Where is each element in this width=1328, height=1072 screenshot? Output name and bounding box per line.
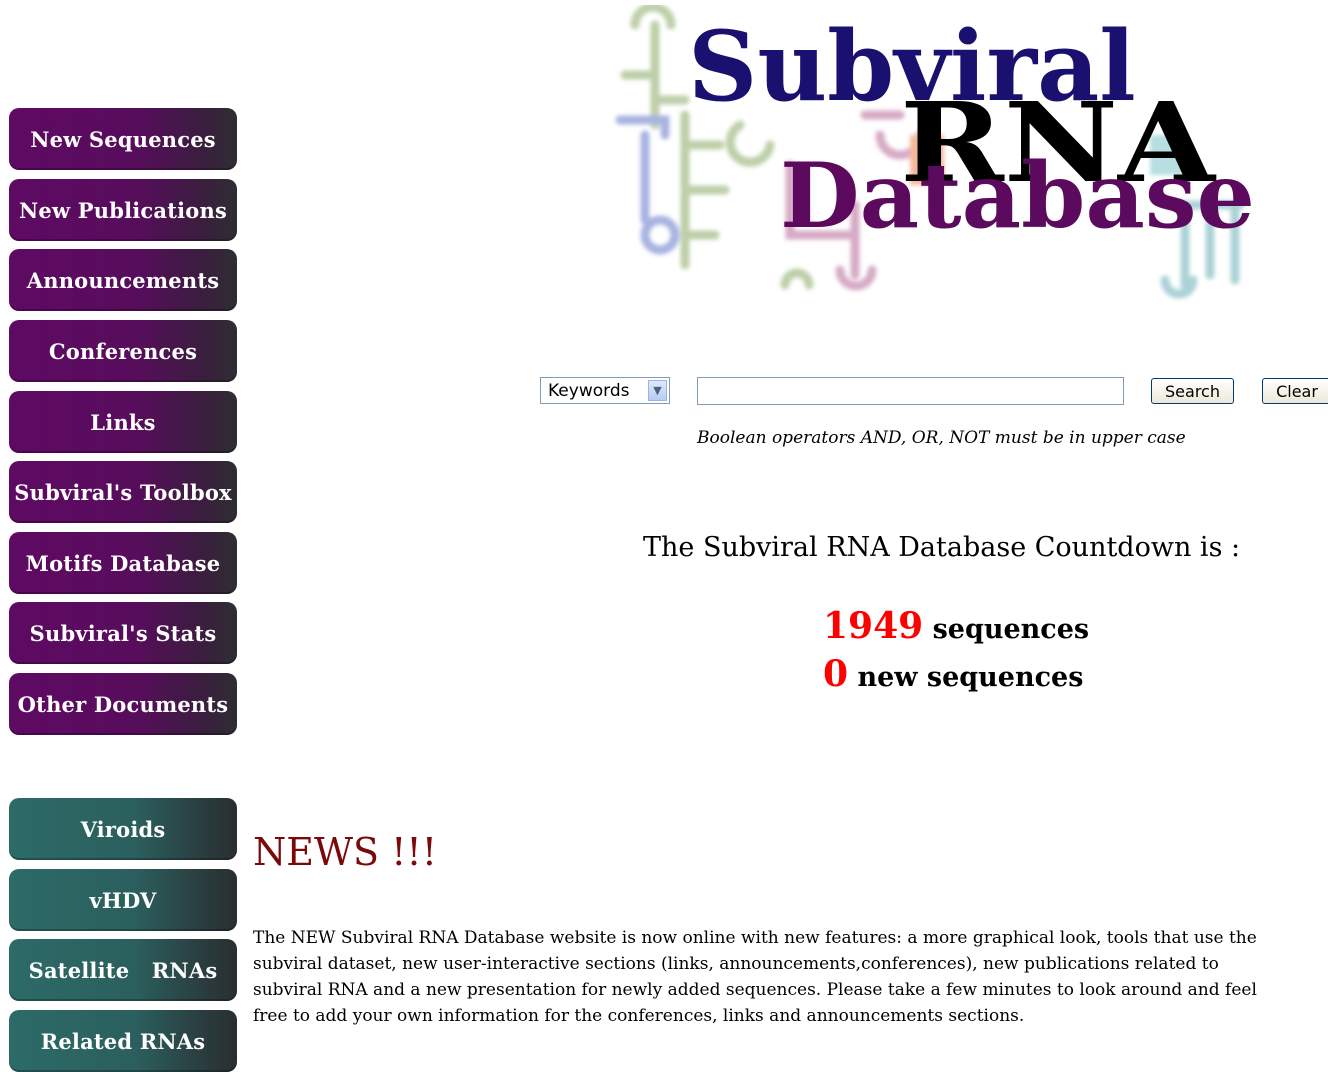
nav-viroids-button[interactable]: Viroids: [9, 798, 237, 860]
nav-satellite-rnas-button[interactable]: Satellite RNAs: [9, 939, 237, 1001]
search-button[interactable]: Search: [1151, 378, 1234, 404]
nav-other-documents-button[interactable]: Other Documents: [9, 673, 237, 735]
logo-line-3: Database: [780, 143, 1255, 249]
nav-conferences-button[interactable]: Conferences: [9, 320, 237, 382]
sequence-count: 1949 sequences: [823, 605, 1089, 647]
search-field-select[interactable]: Keywords ▼: [540, 377, 670, 404]
sequence-count-label: sequences: [932, 614, 1090, 645]
sequence-count-value: 1949: [823, 605, 924, 647]
nav-new-publications-button[interactable]: New Publications: [9, 179, 237, 241]
news-body: The NEW Subviral RNA Database website is…: [253, 928, 1257, 1026]
nav-motifs-database-button[interactable]: Motifs Database: [9, 532, 237, 594]
nav-toolbox-button[interactable]: Subviral's Toolbox: [9, 461, 237, 523]
site-logo: Subviral RNA Database: [615, 5, 1255, 299]
new-sequence-count-label: new sequences: [857, 662, 1084, 693]
chevron-down-icon[interactable]: ▼: [648, 380, 667, 401]
nav-announcements-button[interactable]: Announcements: [9, 249, 237, 311]
new-sequence-count: 0 new sequences: [823, 653, 1083, 695]
countdown-title: The Subviral RNA Database Countdown is :: [643, 532, 1241, 563]
new-sequence-count-value: 0: [823, 653, 849, 695]
nav-vhdv-button[interactable]: vHDV: [9, 869, 237, 931]
nav-related-rnas-button[interactable]: Related RNAs: [9, 1010, 237, 1072]
search-hint: Boolean operators AND, OR, NOT must be i…: [697, 428, 1186, 448]
nav-new-sequences-button[interactable]: New Sequences: [9, 108, 237, 170]
nav-stats-button[interactable]: Subviral's Stats: [9, 602, 237, 664]
clear-button[interactable]: Clear: [1262, 378, 1328, 404]
news-heading: NEWS !!!: [253, 830, 437, 874]
search-field-selected: Keywords: [548, 381, 630, 401]
search-input[interactable]: [697, 377, 1124, 405]
nav-links-button[interactable]: Links: [9, 391, 237, 453]
